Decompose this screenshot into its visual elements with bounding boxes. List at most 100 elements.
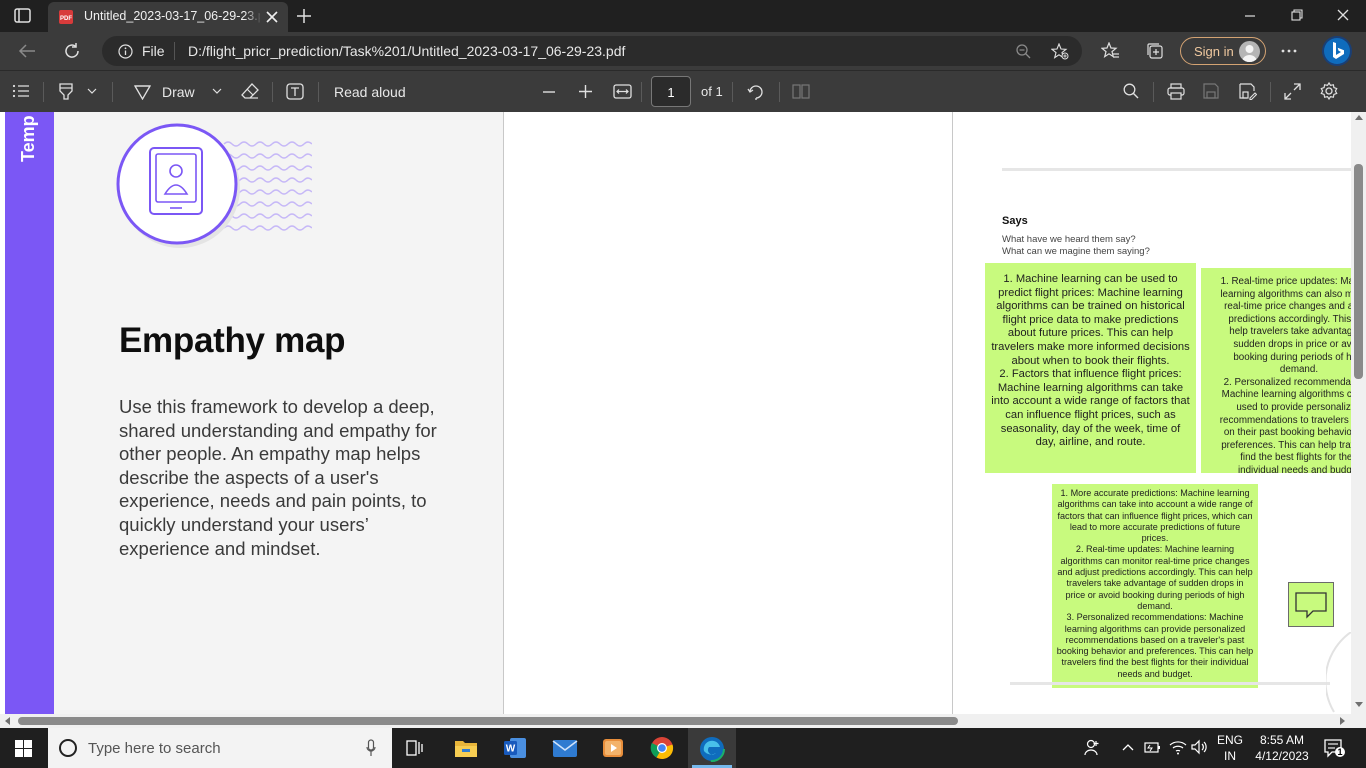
language-region[interactable]: IN [1215,749,1245,763]
highlight-dropdown-icon[interactable] [87,88,97,94]
draw-label[interactable]: Draw [162,84,195,100]
empathy-illustration [112,118,312,250]
restore-icon[interactable] [1291,9,1303,21]
new-tab-icon[interactable] [296,8,312,24]
microphone-icon[interactable] [366,739,376,757]
settings-gear-icon[interactable] [1320,82,1338,100]
blank-panel [504,112,952,714]
sticky-note[interactable]: 1. Machine learning can be used to predi… [985,263,1196,473]
panel-divider [952,112,953,714]
pdf-file-icon: PDF [58,9,74,25]
browser-tab[interactable]: PDF Untitled_2023-03-17_06-29-23.pdf [48,2,288,32]
sticky-note-line: 1. Real-time price updates: Machine lear… [1220,276,1351,376]
close-window-icon[interactable] [1337,9,1349,21]
horizontal-scrollbar[interactable] [0,714,1366,728]
pdf-viewport[interactable]: Temp Empathy map Use this framework to d… [0,112,1366,714]
read-aloud-label[interactable]: Read aloud [334,84,406,100]
save-icon[interactable] [1203,83,1219,99]
scroll-left-icon[interactable] [5,717,10,725]
tab-actions-icon[interactable] [14,8,32,24]
taskbar: Type here to search W ENG IN 8:55 AM 4/1… [0,728,1366,768]
volume-icon[interactable] [1191,739,1209,755]
fullscreen-icon[interactable] [1284,83,1301,100]
page-number-input[interactable]: 1 [651,76,691,107]
close-tab-icon[interactable] [266,11,278,23]
people-icon[interactable] [1084,738,1102,756]
save-as-icon[interactable] [1239,83,1257,100]
refresh-icon[interactable] [63,42,81,60]
draw-dropdown-icon[interactable] [212,88,222,94]
more-options-icon[interactable] [1281,49,1297,53]
minimize-icon[interactable] [1244,9,1256,21]
windows-start-icon[interactable] [15,740,32,757]
search-placeholder: Type here to search [88,740,221,757]
scroll-right-icon[interactable] [1340,717,1345,725]
zoom-in-icon[interactable] [579,85,592,98]
fit-width-icon[interactable] [613,84,632,99]
clock-date[interactable]: 4/12/2023 [1250,749,1314,763]
tab-title: Untitled_2023-03-17_06-29-23.pdf [84,9,260,23]
site-info-label[interactable]: File [142,43,165,59]
chrome-icon[interactable] [650,736,674,760]
scroll-up-icon[interactable] [1355,115,1363,120]
page-description: Use this framework to develop a deep, sh… [119,396,437,559]
edge-taskbar-button[interactable] [688,728,736,768]
wifi-icon[interactable] [1169,739,1187,755]
page-view-icon[interactable] [792,84,810,99]
language-indicator[interactable]: ENG [1215,733,1245,747]
address-bar[interactable]: File D:/flight_pricr_prediction/Task%201… [102,36,1082,66]
horizontal-scroll-thumb[interactable] [18,717,958,725]
sticky-note-line: 3. Personalized recommendations: Machine… [1056,612,1254,679]
task-view-icon[interactable] [405,739,425,757]
tray-expand-icon[interactable] [1122,744,1134,751]
sticky-note-line: 1. Machine learning can be used to predi… [991,273,1190,367]
vertical-scrollbar[interactable] [1351,112,1366,714]
sticky-note[interactable]: 1. More accurate predictions: Machine le… [1052,484,1258,688]
says-question: What have we heard them say? [1002,234,1136,245]
erase-icon[interactable] [241,83,259,100]
pdf-toolbar: Draw Read aloud 1 of 1 [0,70,1366,112]
scroll-down-icon[interactable] [1355,702,1363,707]
highlight-icon[interactable] [57,83,75,100]
comment-icon[interactable] [1288,582,1334,627]
print-icon[interactable] [1167,83,1185,100]
info-icon[interactable] [118,44,133,59]
avatar [1239,41,1260,62]
sticky-note-line: 2. Personalized recommendations: Machine… [1219,376,1351,473]
word-icon[interactable]: W [503,736,527,760]
find-icon[interactable] [1123,83,1139,99]
add-favorite-icon[interactable] [1051,43,1069,60]
media-player-icon[interactable] [601,736,625,760]
add-text-icon[interactable] [286,83,304,100]
draw-icon[interactable] [134,84,151,100]
favorites-icon[interactable] [1101,42,1120,60]
says-question: What can we magine them saying? [1002,246,1150,257]
vertical-scroll-thumb[interactable] [1354,164,1363,379]
sticky-note-line: 2. Factors that influence flight prices:… [991,368,1190,449]
edge-icon [699,736,725,762]
file-explorer-icon[interactable] [454,737,478,759]
search-icon [58,738,78,758]
url-text[interactable]: D:/flight_pricr_prediction/Task%201/Unti… [188,43,625,59]
zoom-out-button-icon[interactable] [543,91,555,93]
page-total: of 1 [701,84,723,99]
contents-icon[interactable] [12,84,30,98]
sign-in-label: Sign in [1194,44,1234,59]
mail-icon[interactable] [552,737,578,759]
rotate-icon[interactable] [747,83,765,101]
notification-count-badge: 1 [1337,747,1343,757]
section-divider [1010,682,1330,685]
page-number-value: 1 [667,85,675,100]
battery-icon[interactable] [1144,740,1162,755]
clock-time[interactable]: 8:55 AM [1252,733,1312,747]
page-title: Empathy map [119,321,346,360]
zoom-out-icon[interactable] [1016,44,1031,59]
collections-icon[interactable] [1146,42,1164,60]
back-icon[interactable] [18,43,36,59]
sticky-note[interactable]: 1. Real-time price updates: Machine lear… [1201,268,1351,473]
template-strip: Temp [5,112,54,714]
says-heading: Says [1002,215,1028,227]
taskbar-search[interactable]: Type here to search [48,728,392,768]
bing-chat-icon[interactable] [1321,35,1353,67]
sign-in-button[interactable]: Sign in [1180,37,1266,65]
